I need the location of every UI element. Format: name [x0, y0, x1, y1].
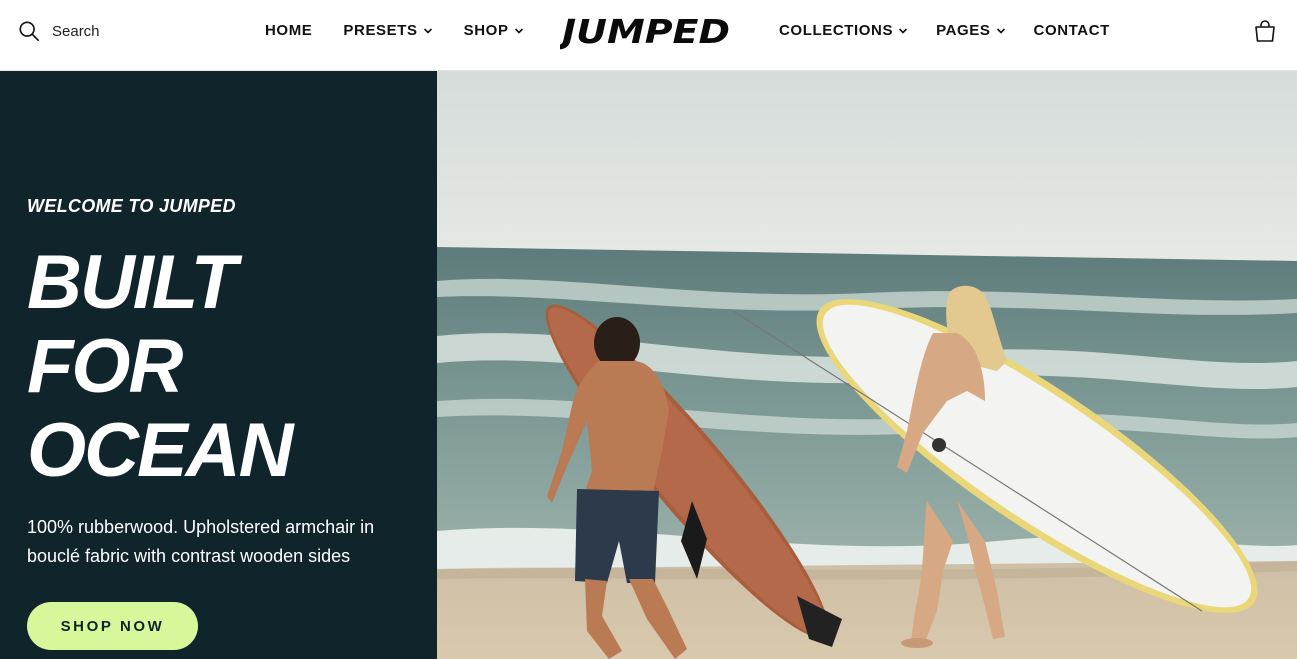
chevron-down-icon — [423, 27, 432, 34]
nav-item-label: SHOP — [463, 22, 509, 39]
chevron-down-icon — [899, 27, 908, 34]
nav-item-collections[interactable]: COLLECTIONS — [779, 22, 908, 39]
nav-item-label: COLLECTIONS — [779, 22, 894, 39]
hero-eyebrow: WELCOME TO JUMPED — [27, 196, 236, 216]
hero-headline-line: BUILT — [27, 240, 237, 325]
nav-item-label: PAGES — [936, 22, 991, 39]
nav-item-label: PRESETS — [343, 22, 418, 39]
search-icon — [19, 21, 39, 41]
nav-item-contact[interactable]: CONTACT — [1034, 22, 1110, 39]
primary-nav-left: HOME PRESETS SHOP — [265, 22, 555, 39]
nav-item-presets[interactable]: PRESETS — [343, 22, 432, 39]
nav-item-pages[interactable]: PAGES — [936, 22, 1005, 39]
search-button[interactable]: Search — [18, 20, 100, 42]
surfers-beach-photo — [437, 71, 1297, 659]
search-label: Search — [52, 22, 100, 40]
hero-text-panel: WELCOME TO JUMPED BUILT FOR OCEAN 100% r… — [0, 71, 437, 659]
hero-headline-line: FOR — [27, 324, 183, 409]
svg-text:JUMPED: JUMPED — [560, 12, 730, 51]
hero-description: 100% rubberwood. Upholstered armchair in… — [27, 517, 375, 566]
nav-item-home[interactable]: HOME — [265, 22, 312, 39]
nav-item-label: HOME — [265, 22, 313, 39]
nav-item-label: CONTACT — [1033, 22, 1110, 39]
chevron-down-icon — [514, 27, 523, 34]
hero-headline: BUILT FOR OCEAN — [27, 240, 293, 493]
site-header: Search HOME PRESETS SHOP JUMPED COLLECTI… — [0, 0, 1297, 71]
hero-headline-line: OCEAN — [27, 408, 293, 493]
brand-logo[interactable]: JUMPED — [560, 10, 732, 52]
primary-nav-right: COLLECTIONS PAGES CONTACT — [779, 22, 1138, 39]
nav-item-shop[interactable]: SHOP — [464, 22, 524, 39]
shopping-bag-icon[interactable] — [1254, 19, 1276, 43]
hero-image — [437, 71, 1297, 659]
shop-now-button[interactable]: SHOP NOW — [27, 602, 198, 650]
chevron-down-icon — [996, 27, 1005, 34]
